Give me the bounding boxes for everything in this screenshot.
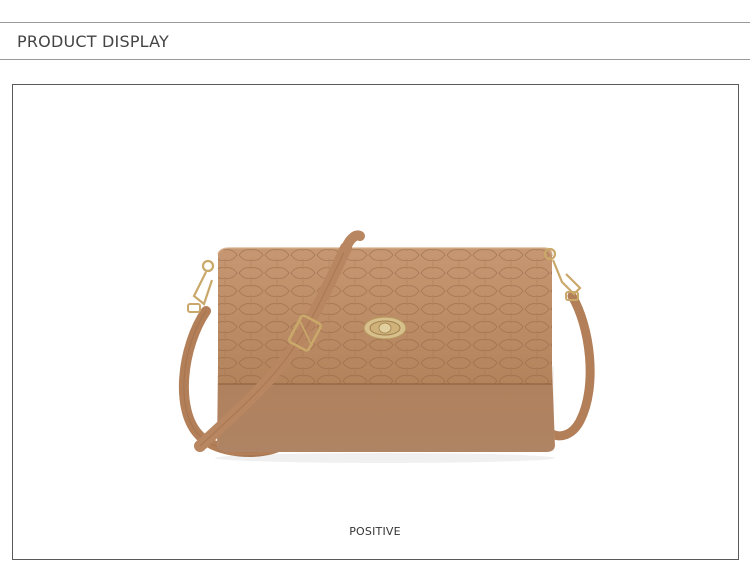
image-caption: POSITIVE	[349, 525, 401, 538]
section-header: PRODUCT DISPLAY	[0, 22, 750, 60]
handbag-photo	[178, 230, 595, 463]
section-title: PRODUCT DISPLAY	[17, 32, 170, 51]
